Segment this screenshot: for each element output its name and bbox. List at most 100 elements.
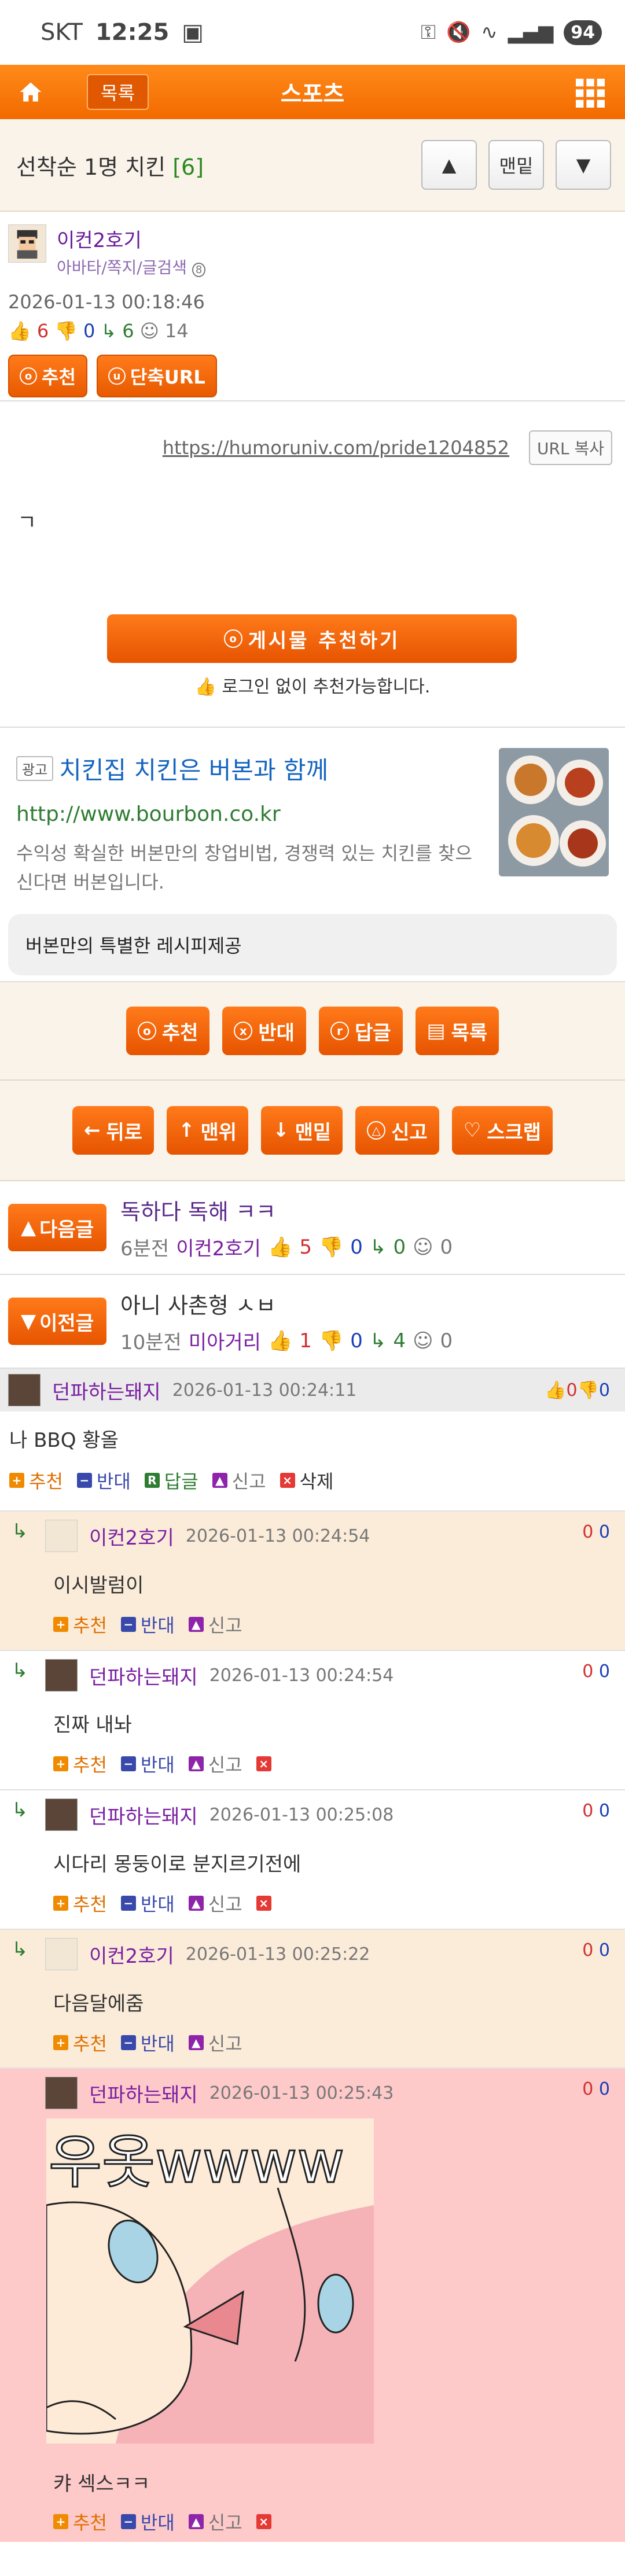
triangle-up-icon: ▲ (21, 1216, 36, 1239)
comment-delete-label: 삭제 (299, 1471, 334, 1492)
next-post-author[interactable]: 이컨2호기 (176, 1233, 261, 1261)
top-label: 맨위 (200, 1121, 237, 1144)
comment-up: 0 (582, 2079, 594, 2099)
comment-report[interactable]: ▲ 신고 (188, 1611, 242, 1638)
comment-report[interactable]: ▲ 신고 (188, 2029, 242, 2056)
triangle-down-icon: ▼ (576, 154, 591, 176)
post-title: 선착순 1명 치킨 (16, 154, 166, 180)
prev-up: 1 (299, 1329, 312, 1353)
comment-report[interactable]: ▲ 신고 (188, 2508, 242, 2535)
home-button[interactable] (0, 65, 61, 119)
post-date: 2026-01-13 00:18:46 (8, 291, 205, 313)
list-button[interactable]: 목록 (87, 74, 149, 110)
comment-oppose[interactable]: − 반대 (120, 2508, 175, 2535)
comment-reply[interactable]: R 답글 (144, 1467, 198, 1494)
next-post-title[interactable]: 독하다 독해 ㅋㅋ (120, 1194, 453, 1226)
avatar[interactable] (45, 2077, 78, 2109)
comment-author[interactable]: 던파하는돼지 (89, 1661, 198, 1690)
comment-oppose[interactable]: − 반대 (120, 2029, 175, 2056)
comment-delete[interactable]: × (256, 1756, 271, 1771)
comment-oppose[interactable]: − 반대 (120, 1890, 175, 1917)
url-copy-button[interactable]: URL 복사 (529, 430, 612, 465)
next-post[interactable]: ▲ 다음글 독하다 독해 ㅋㅋ 6분전 이컨2호기 👍 5 👎 0 ↳ 0 ☺ 0 (0, 1181, 625, 1275)
bottom-button[interactable]: ↓ 맨밑 (261, 1106, 343, 1155)
comment-votes: 0 0 (582, 2079, 610, 2099)
avatar[interactable] (45, 1659, 78, 1691)
comment-up: 0 (566, 1380, 578, 1401)
recommend-small-button[interactable]: o 추천 (8, 355, 87, 397)
comment: 던파하는돼지 2026-01-13 00:24:11 👍0👎0 나 BBQ 황올… (0, 1369, 625, 1512)
menu-grid-button[interactable] (576, 79, 605, 110)
comment-recommend[interactable]: + 추천 (53, 1750, 107, 1777)
scroll-up-button[interactable]: ▲ (421, 140, 477, 190)
grid-icon (576, 79, 605, 108)
reply-button[interactable]: r 답글 (318, 1007, 403, 1055)
prev-post-author[interactable]: 미아거리 (189, 1326, 261, 1355)
recommend-button[interactable]: o 추천 (126, 1007, 210, 1055)
comment-down: 0 (598, 1801, 610, 1821)
comment-report[interactable]: ▲ 신고 (188, 1750, 242, 1777)
comment-recommend[interactable]: + 추천 (9, 1467, 63, 1494)
next-post-button[interactable]: ▲ 다음글 (8, 1204, 106, 1251)
scrap-button[interactable]: ♡ 스크랩 (451, 1106, 553, 1155)
comment-oppose[interactable]: − 반대 (76, 1467, 131, 1494)
comment-up: 0 (582, 1940, 594, 1960)
oppose-button[interactable]: x 반대 (222, 1007, 306, 1055)
prev-post-button[interactable]: ▼ 이전글 (8, 1298, 106, 1345)
comment-oppose[interactable]: − 반대 (120, 1750, 175, 1777)
recommend-small-label: 추천 (42, 366, 76, 388)
comment-author[interactable]: 이컨2호기 (89, 1522, 174, 1550)
comment-image[interactable]: 우옷wwww (46, 2118, 374, 2444)
top-button[interactable]: ↑ 맨위 (167, 1106, 249, 1155)
avatar[interactable] (8, 224, 46, 263)
comment-author[interactable]: 던파하는돼지 (89, 2079, 198, 2107)
ad-bottom-link[interactable]: 버본만의 특별한 레시피제공 (8, 914, 617, 975)
list-button-bottom[interactable]: ▤ 목록 (415, 1007, 499, 1055)
avatar[interactable] (45, 1799, 78, 1831)
report-button[interactable]: △ 신고 (355, 1106, 439, 1155)
comment-author[interactable]: 던파하는돼지 (89, 1801, 198, 1829)
triangle-up-icon: ▲ (442, 154, 457, 176)
views-icon: ☺ (413, 1329, 433, 1353)
plus-icon: + (53, 1617, 68, 1632)
thumbs-up-icon: 👍 (267, 1329, 293, 1353)
post-url-link[interactable]: https://humoruniv.com/pride1204852 (163, 437, 509, 459)
down-count: 0 (83, 320, 95, 342)
ad-thumbnail[interactable] (499, 748, 609, 876)
scroll-bottom-button[interactable]: 맨밑 (488, 140, 544, 190)
avatar[interactable] (8, 1374, 41, 1406)
comment-author[interactable]: 이컨2호기 (89, 1940, 174, 1969)
comment-report[interactable]: ▲ 신고 (188, 1890, 242, 1917)
back-button[interactable]: ← 뒤로 (72, 1106, 155, 1155)
comment-recommend[interactable]: + 추천 (53, 1890, 107, 1917)
comment-recommend-label: 추천 (73, 2512, 107, 2534)
scroll-down-button[interactable]: ▼ (556, 140, 611, 190)
reply-comment: 던파하는돼지 2026-01-13 00:25:43 0 0 우옷wwww 캬 … (0, 2069, 625, 2542)
comment-delete[interactable]: × 삭제 (280, 1467, 334, 1494)
prev-post-title[interactable]: 아니 사촌형 ㅅㅂ (120, 1288, 453, 1320)
comment-author[interactable]: 던파하는돼지 (52, 1376, 161, 1405)
x-icon: × (280, 1473, 295, 1488)
plus-icon: + (53, 2514, 68, 2529)
comment-oppose[interactable]: − 반대 (120, 1611, 175, 1638)
prev-post[interactable]: ▼ 이전글 아니 사촌형 ㅅㅂ 10분전 미아거리 👍 1 👎 0 ↳ 4 ☺ 0 (0, 1275, 625, 1369)
avatar[interactable] (45, 1938, 78, 1970)
ad-block[interactable]: 광고 치킨집 치킨은 버본과 함께 http://www.bourbon.co.k… (0, 728, 625, 982)
comment-delete[interactable]: × (256, 1896, 271, 1911)
post-body: https://humoruniv.com/pride1204852 URL 복… (0, 401, 625, 728)
recommend-note-text: 로그인 없이 추천가능합니다. (222, 677, 431, 697)
recommend-post-button[interactable]: o 게시물 추천하기 (107, 614, 517, 663)
comment-report-label: 신고 (208, 1893, 242, 1915)
avatar[interactable] (45, 1520, 78, 1552)
thumbs-down-icon: 👎 (318, 1235, 344, 1259)
r-icon: R (144, 1473, 160, 1488)
ad-title[interactable]: 치킨집 치킨은 버본과 함께 (59, 756, 328, 784)
author-name[interactable]: 이컨2호기 (57, 224, 205, 253)
comment-report[interactable]: ▲ 신고 (212, 1467, 266, 1494)
comment-recommend[interactable]: + 추천 (53, 2508, 107, 2535)
short-url-button[interactable]: u 단축URL (96, 355, 217, 397)
comment-recommend[interactable]: + 추천 (53, 1611, 107, 1638)
author-links[interactable]: 아바타/쪽지/글검색 8 (57, 255, 206, 278)
comment-recommend[interactable]: + 추천 (53, 2029, 107, 2056)
comment-delete[interactable]: × (256, 2514, 271, 2529)
